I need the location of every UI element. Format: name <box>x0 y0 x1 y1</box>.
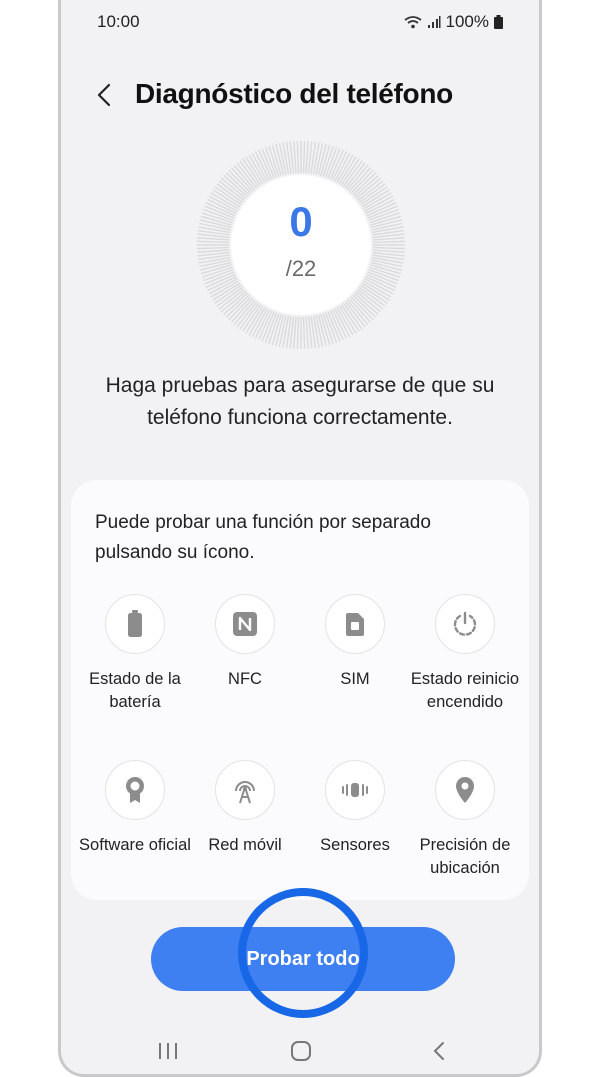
progress-completed: 0 <box>289 198 313 245</box>
test-item-sensors[interactable]: Sensores <box>300 760 410 912</box>
recent-apps-icon <box>159 1043 177 1059</box>
test-all-button[interactable]: Probar todo <box>151 927 455 991</box>
signal-icon <box>427 16 441 28</box>
award-badge-icon <box>126 777 144 803</box>
vibration-sensor-icon <box>342 783 368 797</box>
wifi-icon <box>403 16 422 29</box>
test-label: Estado de la batería <box>89 670 181 711</box>
test-icon-circle <box>105 594 165 654</box>
test-label: Software oficial <box>79 836 191 854</box>
location-pin-icon <box>456 777 474 803</box>
sim-icon <box>346 613 364 636</box>
test-label: NFC <box>228 670 262 688</box>
back-arrow-icon <box>433 1042 444 1060</box>
recent-apps-button[interactable] <box>148 1036 188 1066</box>
test-icon-circle <box>435 760 495 820</box>
test-item-software[interactable]: Software oficial <box>79 760 191 912</box>
page-title: Diagnóstico del teléfono <box>135 78 453 109</box>
test-label: Estado reinicio encendido <box>410 670 520 711</box>
power-restart-icon <box>453 611 477 636</box>
individual-tests-card: Puede probar una función por separado pu… <box>71 480 529 900</box>
test-icon-circle <box>105 760 165 820</box>
header: Diagnóstico del teléfono <box>61 70 539 120</box>
status-icons: 100% <box>403 12 503 32</box>
battery-status-icon <box>494 15 503 29</box>
progress-total: /22 <box>285 256 317 281</box>
test-item-location[interactable]: Precisión de ubicación <box>410 760 520 912</box>
navigation-bar <box>61 1030 539 1070</box>
home-icon <box>291 1041 311 1061</box>
back-button[interactable] <box>89 80 119 110</box>
test-label: Precisión de ubicación <box>419 836 511 877</box>
chevron-left-icon <box>97 83 111 107</box>
progress-gauge: 0 /22 <box>196 140 406 350</box>
battery-icon <box>128 610 142 637</box>
mobile-network-icon <box>235 781 255 804</box>
test-icon-circle <box>325 594 385 654</box>
test-icon-circle <box>215 760 275 820</box>
battery-percent: 100% <box>445 12 489 31</box>
test-icon-circle <box>215 594 275 654</box>
test-item-power-restart[interactable]: Estado reinicio encendido <box>410 594 520 746</box>
test-label: Red móvil <box>208 836 282 854</box>
test-grid: Estado de la batería NFC SIM Estado rein… <box>71 594 529 912</box>
test-item-mobile-network[interactable]: Red móvil <box>190 760 300 912</box>
status-bar: 10:00 100% <box>61 0 539 42</box>
system-back-button[interactable] <box>419 1036 459 1066</box>
nfc-icon <box>233 612 257 636</box>
test-label: SIM <box>340 670 370 688</box>
card-instructions: Puede probar una función por separado pu… <box>95 512 431 563</box>
test-item-sim[interactable]: SIM <box>300 594 410 746</box>
test-label: Sensores <box>320 836 390 854</box>
test-item-battery[interactable]: Estado de la batería <box>80 594 190 746</box>
home-button[interactable] <box>281 1036 321 1066</box>
test-item-nfc[interactable]: NFC <box>190 594 300 746</box>
test-icon-circle <box>435 594 495 654</box>
phone-frame: 10:00 100% Diagnóstico del teléfono 0 /2… <box>58 0 542 1077</box>
intro-text: Haga pruebas para asegurarse de que su t… <box>105 374 495 429</box>
status-time: 10:00 <box>97 12 140 31</box>
test-icon-circle <box>325 760 385 820</box>
